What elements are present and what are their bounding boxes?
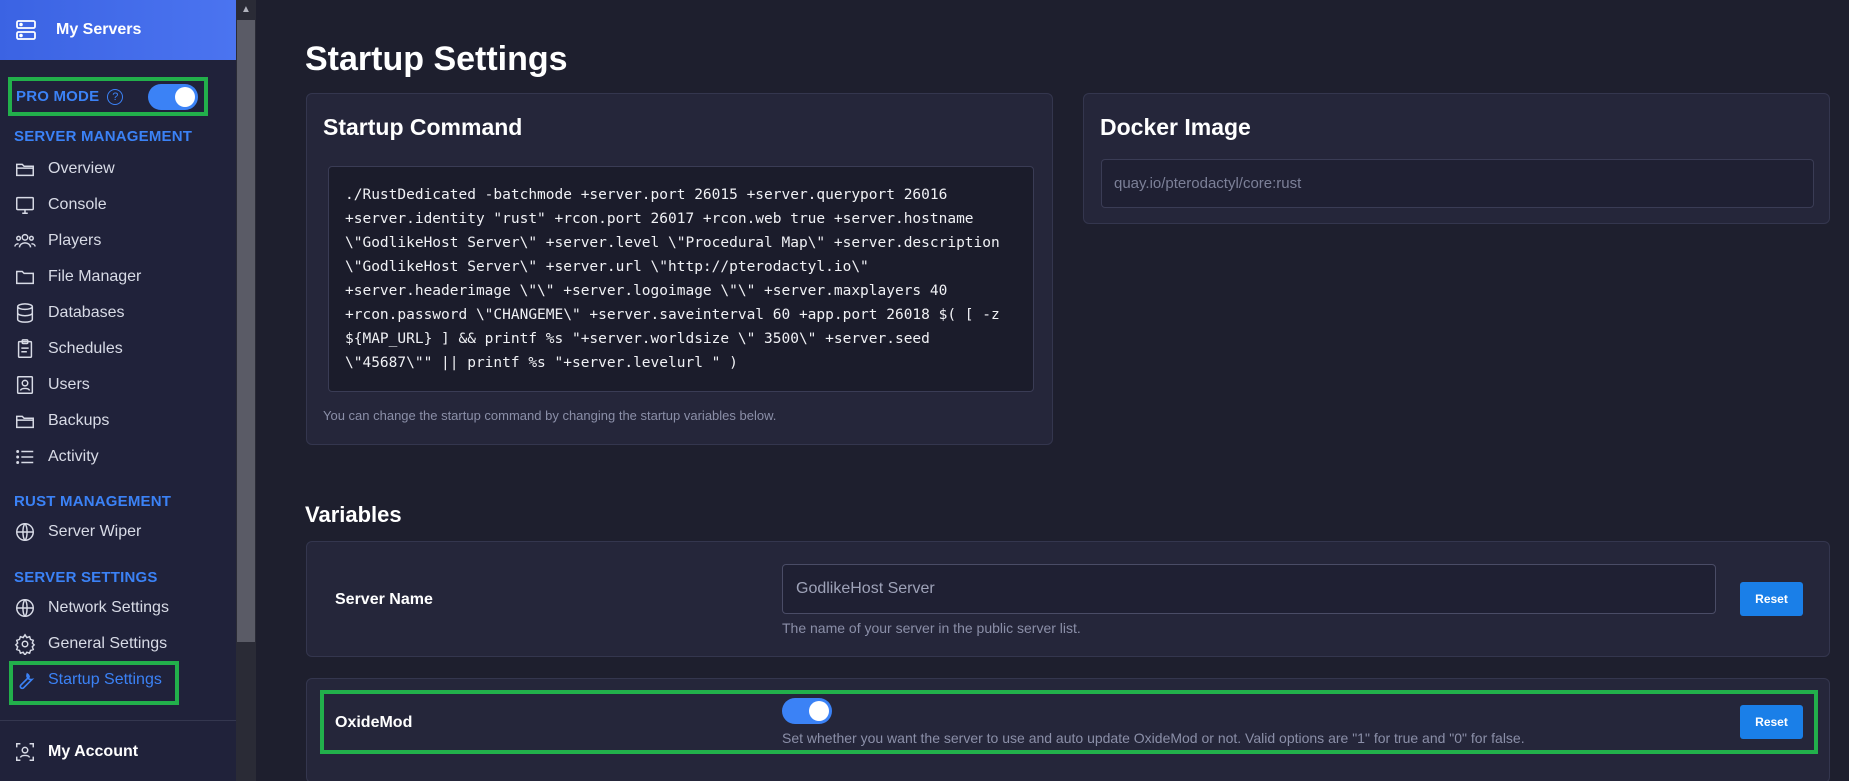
gear-icon [14,633,36,655]
globe-icon [16,599,34,617]
section-server-settings: SERVER SETTINGS [14,569,158,586]
folder-icon [16,270,34,285]
sidebar-item-label: Schedules [48,340,123,357]
pro-mode-toggle[interactable] [148,84,198,110]
startup-command-card: Startup Command ./RustDedicated -batchmo… [306,93,1053,445]
variable-description: The name of your server in the public se… [782,620,1081,636]
sidebar-item-label: File Manager [48,268,142,285]
sidebar-item-label: Backups [48,412,110,429]
clipboard-icon [17,339,33,358]
sidebar-item-file-manager[interactable]: File Manager [14,263,141,291]
sidebar-item-label: Databases [48,304,125,321]
database-icon [16,303,34,323]
startup-command-code: ./RustDedicated -batchmode +server.port … [328,166,1034,392]
variable-name: Server Name [335,591,433,608]
sidebar: My Servers PRO MODE ? SERVER MANAGEMENT … [0,0,236,781]
sidebar-item-users[interactable]: Users [14,371,90,399]
list-icon [16,450,34,464]
user-card-icon [16,376,34,394]
variables-heading: Variables [305,502,402,527]
sidebar-item-label: Server Wiper [48,523,142,540]
docker-image-card: Docker Image quay.io/pterodactyl/core:ru… [1083,93,1830,224]
sidebar-item-databases[interactable]: Databases [14,299,125,327]
docker-image-title: Docker Image [1100,114,1251,140]
sidebar-divider [0,720,236,721]
sidebar-item-label: Activity [48,448,99,465]
my-servers-label: My Servers [56,21,142,38]
oxidemod-highlight [320,690,1818,754]
startup-command-help: You can change the startup command by ch… [323,408,777,423]
sidebar-item-label: Network Settings [48,599,169,616]
my-servers-link[interactable]: My Servers [0,0,236,60]
server-stack-icon [16,20,36,40]
user-frame-icon [16,743,34,761]
sidebar-item-schedules[interactable]: Schedules [14,335,123,363]
sidebar-item-label: Console [48,196,107,213]
sidebar-item-players[interactable]: Players [14,227,101,255]
variable-card-server-name: Server Name GodlikeHost Server The name … [306,541,1830,657]
monitor-icon [16,196,34,214]
sidebar-item-label: General Settings [48,635,168,652]
sidebar-item-overview[interactable]: Overview [14,155,115,183]
users-group-icon [14,233,36,248]
reset-button[interactable]: Reset [1740,582,1803,616]
folder-open-icon [16,163,34,177]
sidebar-item-label: My Account [48,743,139,760]
help-icon[interactable]: ? [107,88,124,105]
section-server-management: SERVER MANAGEMENT [14,128,193,145]
sidebar-item-label: Users [48,376,90,393]
sidebar-item-label: Overview [48,160,115,177]
sidebar-item-my-account[interactable]: My Account [14,738,138,766]
sidebar-item-backups[interactable]: Backups [14,407,109,435]
server-name-input[interactable]: GodlikeHost Server [782,564,1716,614]
scrollbar-thumb[interactable] [237,20,255,642]
globe-icon [16,523,34,541]
startup-settings-highlight [9,661,179,705]
startup-command-title: Startup Command [323,114,523,140]
sidebar-item-network-settings[interactable]: Network Settings [14,594,169,622]
toggle-knob [175,87,195,107]
sidebar-item-general-settings[interactable]: General Settings [14,630,167,658]
pro-mode-row: PRO MODE ? [8,77,208,116]
sidebar-item-label: Players [48,232,102,249]
section-rust-management: RUST MANAGEMENT [14,493,172,510]
sidebar-item-console[interactable]: Console [14,191,107,219]
scroll-up-arrow-icon[interactable]: ▲ [236,0,256,18]
sidebar-item-server-wiper[interactable]: Server Wiper [14,518,141,546]
page-title: Startup Settings [305,40,568,78]
docker-image-field[interactable]: quay.io/pterodactyl/core:rust [1101,159,1814,208]
folder-open-icon [16,415,34,429]
sidebar-item-activity[interactable]: Activity [14,443,99,471]
pro-mode-label: PRO MODE [16,88,100,105]
